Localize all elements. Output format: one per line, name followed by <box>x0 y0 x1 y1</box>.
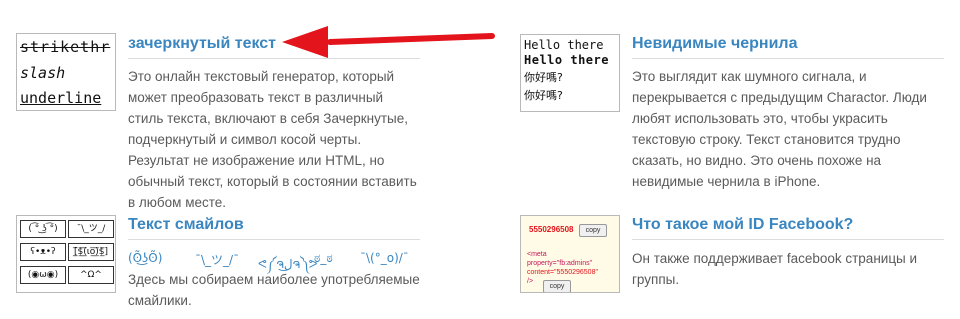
emoticon-sample[interactable]: ¯\_ツ_/¯ <box>195 251 239 268</box>
invisible-ink-thumbnail[interactable]: Hello there Hello there 你好嗎? 你好嗎? <box>520 34 620 112</box>
title-divider <box>632 239 944 240</box>
emoticon-sample[interactable]: (ʘ̃͜ʖʘ̃) <box>128 251 162 265</box>
thumb-emo-cell: ¯\_ツ_/ <box>68 220 114 238</box>
thumb-hello-1: Hello there <box>524 38 604 52</box>
thumb-underline-text: underline <box>20 89 102 107</box>
thumb-chinese-2: 你好嗎? <box>524 89 563 102</box>
thumb-slash-text: slash <box>20 64 66 82</box>
thumb-copy-button: copy <box>579 224 607 237</box>
facebook-id-description: Он также поддерживает facebook страницы … <box>632 251 918 287</box>
thumb-emo-cell: ʕ•ᴥ•ʔ <box>20 243 66 261</box>
emoticon-sample[interactable]: ¯\(°_o)/¯ <box>360 251 409 265</box>
thumb-copy-button: copy <box>543 280 571 292</box>
thumb-chinese-1: 你好嗎? <box>524 71 563 84</box>
thumb-strike-text: strikethr <box>20 38 111 56</box>
thumb-fb-id: 5550296508 <box>529 225 574 234</box>
emoticon-sample[interactable]: ಠ_ಠ <box>314 251 333 266</box>
red-arrow-icon <box>282 26 495 58</box>
strikethrough-thumbnail[interactable]: strikethr slash underline <box>16 33 116 111</box>
strikethrough-description: Это онлайн текстовый генератор, который … <box>128 69 417 210</box>
invisible-ink-title-link[interactable]: Невидимые чернила <box>632 35 797 53</box>
emoticons-thumbnail[interactable]: ( ͡° ͜ʖ ͡°) ¯\_ツ_/ ʕ•ᴥ•ʔ [̲̅$̲̅(̲̅ιο̲̅)̲… <box>16 215 116 293</box>
strikethrough-title-link[interactable]: зачеркнутый текст <box>128 35 276 53</box>
facebook-id-thumbnail[interactable]: 5550296508 copy <meta property="fb:admin… <box>520 215 620 293</box>
title-divider <box>128 239 420 240</box>
emoticons-title-link[interactable]: Текст смайлов <box>128 216 244 234</box>
title-divider <box>632 58 944 59</box>
facebook-id-title-link[interactable]: Что такое мой ID Facebook? <box>632 216 853 234</box>
thumb-emo-cell: ( ͡° ͜ʖ ͡°) <box>20 220 66 238</box>
thumb-emo-cell: (◉ω◉) <box>20 266 66 284</box>
thumb-emo-cell: ^Ω^ <box>68 266 114 284</box>
invisible-ink-description: Это выглядит как шумного сигнала, и пере… <box>632 69 927 189</box>
thumb-hello-2: Hello there <box>524 53 609 67</box>
thumb-emo-cell: [̲̅$̲̅(̲̅ιο̲̅)̲̅$̲̅] <box>68 243 114 261</box>
emoticons-description: Здесь мы собираем наиболее употребляемые… <box>128 272 420 308</box>
